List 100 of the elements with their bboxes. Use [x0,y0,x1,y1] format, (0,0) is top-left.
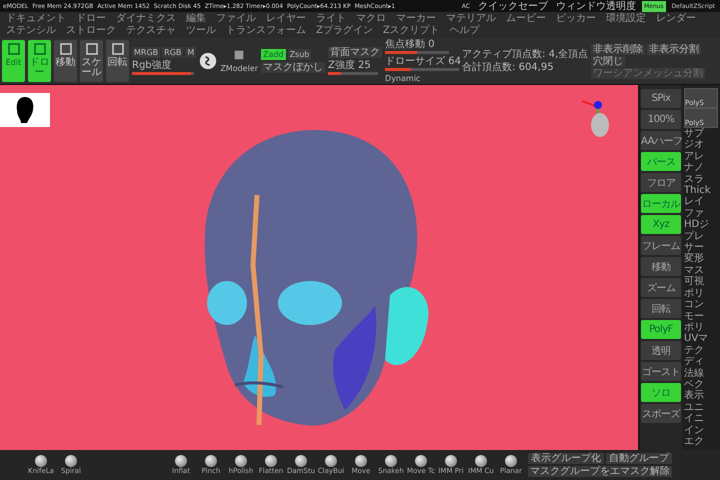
tool-panel-item[interactable]: 表示 [684,390,720,402]
menu-item[interactable]: レンダー [656,13,696,25]
slider-track[interactable] [385,50,450,54]
menu-item[interactable]: トランスフォーム [226,25,306,37]
view-button[interactable]: PolyF [641,320,681,339]
menu-item[interactable]: ドロー [76,13,106,25]
total-points-text: 合計頂点数: 604,95 [462,62,554,73]
tool-panel-item[interactable]: UVマ [684,333,720,345]
tool-panel-item[interactable]: Thick [684,185,720,196]
active-points-text: アクティブ頂点数: 4,全頂点 [462,49,588,60]
view-button[interactable]: スポーズ [641,404,681,423]
view-button[interactable]: ズーム [641,278,681,297]
view-button[interactable]: ローカル [641,194,681,213]
mode-button[interactable]: Edit [2,40,25,82]
tool-icon [60,43,72,55]
tool-panel-item[interactable]: ポリ [684,322,720,334]
tool-icon [112,43,124,55]
dynamic-label[interactable]: Dynamic [385,72,420,84]
mesh-action-button[interactable]: 非表示分割 [647,44,702,54]
menu-item[interactable]: ファイル [216,13,256,25]
menu-item[interactable]: ダイナミクス [116,13,176,25]
tool-panel-item[interactable]: テク [684,344,720,356]
group-button[interactable]: 表示グループ化 [528,453,604,464]
channel-button[interactable]: MRGB [132,47,160,58]
tool-icon [34,43,46,55]
tool-panel-item[interactable]: 変形 [684,253,720,265]
tool-panel-item[interactable]: モー [684,310,720,322]
tool-panel-item[interactable]: マス [684,264,720,276]
menu-item[interactable]: ムービー [506,13,546,25]
tool-panel-item[interactable]: サブ [684,128,720,140]
backface-mask-button[interactable]: 背面マスク [328,47,382,58]
tool-panel-item[interactable]: イン [684,424,720,436]
view-button[interactable]: フレーム [641,236,681,255]
mode-button[interactable]: ドロー [28,40,51,82]
view-button[interactable]: ゴースト [641,362,681,381]
view-button[interactable]: 100% [641,110,681,129]
menu-item[interactable]: 環境設定 [606,13,646,25]
view-button[interactable]: 回転 [641,299,681,318]
channel-button[interactable]: RGB [162,47,184,58]
menu-item[interactable]: Zプラグイン [316,25,373,37]
tool-panel-item[interactable]: サー [684,242,720,254]
menu-item[interactable]: マテリアル [446,13,496,25]
mesh-action-button[interactable]: 穴閉じ [591,56,626,66]
menu-item[interactable]: ピッカー [556,13,596,25]
mesh-action-button[interactable]: 非表示削除 [591,44,646,54]
top-menu-item[interactable]: ウィンドウ透明度 [554,0,638,12]
tool-panel-item[interactable]: コン [684,299,720,310]
menu-item[interactable]: マクロ [356,13,386,25]
menu-item[interactable]: マーカー [396,13,436,25]
tool-panel-item[interactable]: ジオ [684,139,720,151]
menu-item[interactable]: テクスチャ [126,25,176,37]
tool-panel-item[interactable]: 法線 [684,368,720,379]
view-button[interactable]: SPix [641,89,681,108]
slider-track[interactable] [328,72,378,75]
menu-item[interactable]: Zスクリプト [382,25,440,37]
tool-panel-item[interactable]: ポリ [684,288,720,300]
tool-panel-item[interactable]: ベク [684,378,720,390]
tool-panel-item[interactable]: 可視 [684,276,720,288]
top-menu-item[interactable]: クイックセーブ [476,0,550,12]
cube-icon [233,48,246,60]
menu-item[interactable]: ステンシル [6,25,56,37]
group-button[interactable]: 自動グループ [606,453,672,464]
slider-label: Rgb強度 [132,60,173,71]
mask-blur-button[interactable]: マスクぼかし [261,62,326,73]
channel-button[interactable]: M [185,47,196,58]
tool-panel-item[interactable]: スラ [684,174,720,186]
tool-panel-item[interactable]: ナノ [684,162,720,174]
zmodeler-label[interactable]: ZModeler [220,62,258,74]
mode-button[interactable]: スケール [80,40,103,82]
view-button[interactable]: Xyz [641,215,681,234]
tool-panel-item[interactable]: HDジ [684,219,720,231]
mode-button[interactable]: 回転 [106,40,129,82]
view-button[interactable]: 透明 [641,341,681,360]
menu-item[interactable]: ツール [186,25,216,37]
depth-button[interactable]: Zsub [288,49,312,60]
depth-button[interactable]: Zadd [261,49,286,60]
slider-label: ドローサイズ 64 [385,56,460,66]
view-button[interactable]: 移動 [641,257,681,276]
tool-panel-item[interactable]: イニ [684,413,720,425]
menu-item[interactable]: ライト [316,13,346,25]
sphere-icon[interactable] [199,52,218,70]
mode-button[interactable]: 移動 [54,40,77,82]
view-button[interactable]: ソロ [641,383,681,402]
tool-panel-item[interactable]: アレ [684,150,720,162]
menu-item[interactable]: 編集 [186,13,206,25]
view-button[interactable]: AAハーフ [641,131,681,150]
view-button[interactable]: パース [641,152,681,171]
group-button[interactable]: マスクグループをエマスク解除 [528,466,672,477]
tool-panel-item[interactable]: レイ [684,196,720,208]
tool-panel-item[interactable]: プレ [684,230,720,242]
tool-panel-item[interactable]: エク [684,436,720,448]
view-button[interactable]: フロア [641,173,681,192]
tool-panel-item[interactable]: ディ [684,356,720,368]
slider-track[interactable] [385,68,460,70]
menu-item[interactable]: ヘルプ [450,25,480,37]
menu-item[interactable]: ドキュメント [6,13,66,25]
tool-panel-item[interactable]: ファ [684,208,720,220]
menu-item[interactable]: レイヤー [266,13,306,25]
tool-panel-item[interactable]: ユニ [684,402,720,414]
menu-item[interactable]: ストローク [66,25,116,37]
